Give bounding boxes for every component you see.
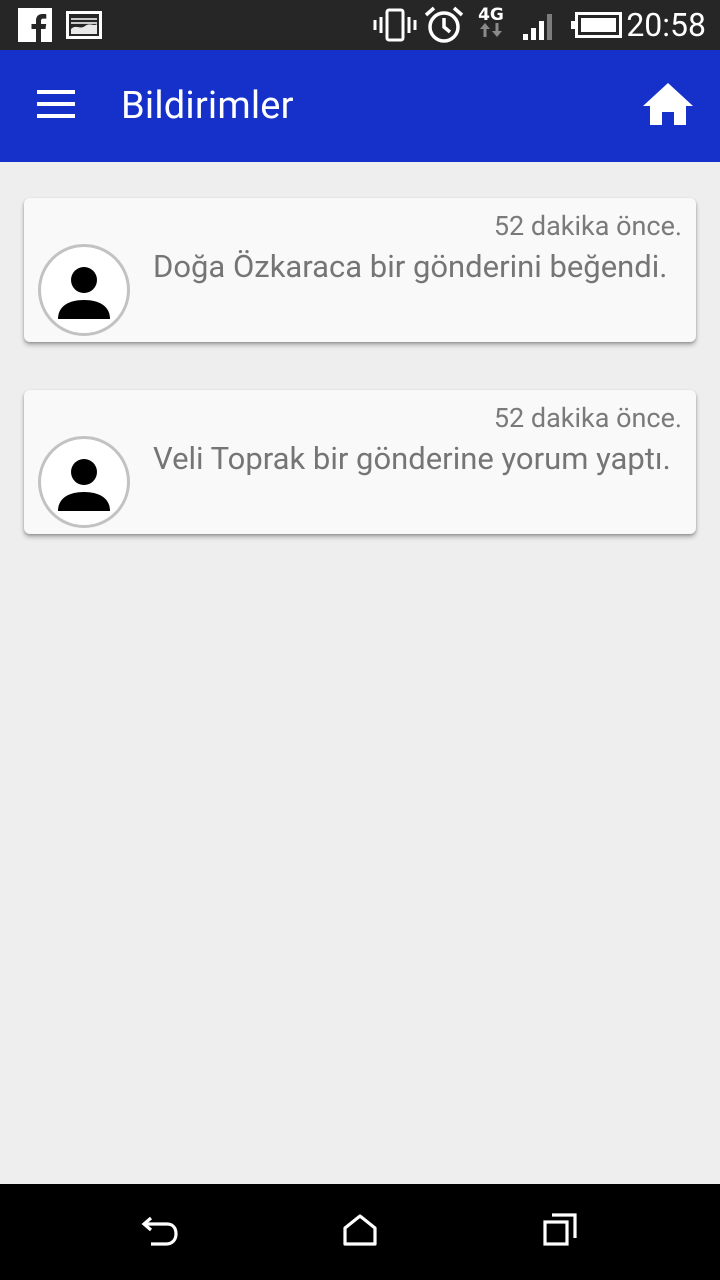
notification-card[interactable]: 52 dakika önce. Doğa Özkaraca bir gönder…	[24, 198, 696, 342]
home-nav-icon	[343, 1214, 377, 1250]
status-time: 20:58	[626, 6, 706, 44]
recents-icon	[543, 1213, 577, 1251]
battery-icon	[570, 0, 622, 50]
person-icon	[58, 267, 110, 319]
home-nav-button[interactable]	[340, 1212, 380, 1252]
network-4g-icon: 4G	[474, 0, 508, 50]
recents-button[interactable]	[540, 1212, 580, 1252]
avatar	[38, 436, 130, 528]
svg-text:4G: 4G	[478, 5, 504, 25]
page-title: Bildirimler	[121, 84, 294, 128]
notification-message: Doğa Özkaraca bir gönderini beğendi.	[153, 248, 668, 285]
app-bar: Bildirimler	[0, 50, 720, 162]
alarm-icon	[424, 0, 464, 50]
status-bar: 4G 20:58	[0, 0, 720, 50]
facebook-icon	[18, 0, 52, 50]
navigation-bar	[0, 1184, 720, 1280]
avatar	[38, 244, 130, 336]
menu-icon	[37, 90, 75, 122]
back-button[interactable]	[140, 1212, 180, 1252]
notification-time: 52 dakika önce.	[493, 210, 682, 242]
image-notification-icon	[66, 0, 102, 50]
notification-time: 52 dakika önce.	[493, 402, 682, 434]
menu-button[interactable]	[22, 78, 90, 134]
signal-icon	[522, 0, 558, 50]
notification-message: Veli Toprak bir gönderine yorum yaptı.	[153, 440, 671, 477]
vibrate-icon	[373, 0, 417, 50]
home-icon	[642, 81, 694, 131]
home-button[interactable]	[636, 74, 700, 138]
notification-card[interactable]: 52 dakika önce. Veli Toprak bir gönderin…	[24, 390, 696, 534]
back-icon	[141, 1214, 179, 1250]
person-icon	[58, 459, 110, 511]
